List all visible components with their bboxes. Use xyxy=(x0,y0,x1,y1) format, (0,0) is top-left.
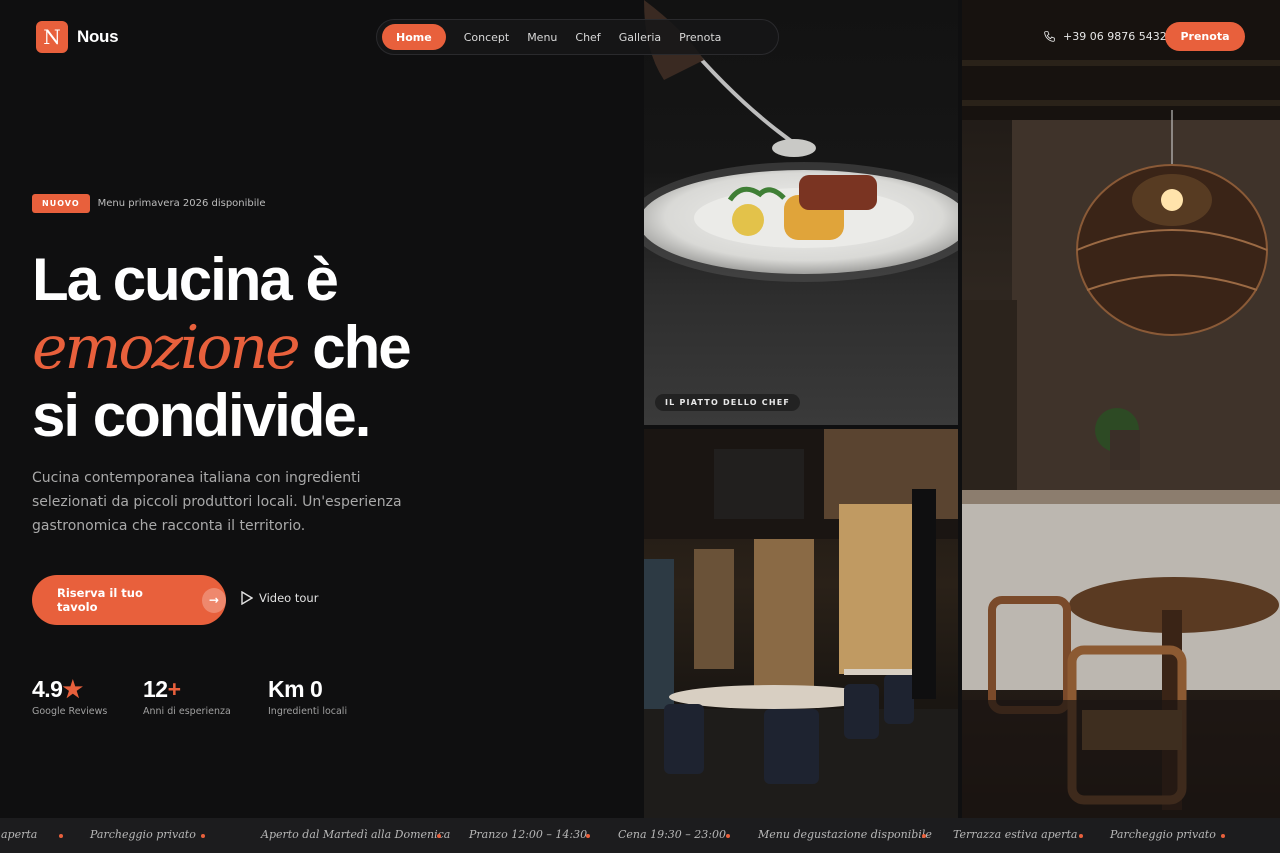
book-button[interactable]: Prenota xyxy=(1165,22,1245,51)
ticker-item: Menu degustazione disponibile xyxy=(758,828,932,841)
chef-dish-image: IL PIATTO DELLO CHEF xyxy=(644,0,958,425)
nav-item-home[interactable]: Home xyxy=(382,24,446,50)
plated-dish-illustration xyxy=(644,0,958,282)
phone-number: +39 06 9876 5432 xyxy=(1063,30,1167,43)
reserve-table-button[interactable]: Riserva il tuo tavolo → xyxy=(32,575,226,625)
nav-item-chef[interactable]: Chef xyxy=(575,24,618,50)
nav-item-galleria[interactable]: Galleria xyxy=(619,24,679,50)
headline-line-2: che xyxy=(312,314,411,381)
hero-headline: La cucina è emozione che si condivide. xyxy=(32,246,412,450)
phone-icon xyxy=(1044,31,1055,42)
headline-line-1: La cucina è xyxy=(32,246,339,313)
arrow-right-icon: → xyxy=(201,587,226,613)
new-badge: NUOVO xyxy=(32,194,90,213)
nav-item-menu[interactable]: Menu xyxy=(527,24,575,50)
restaurant-interior-image xyxy=(644,429,958,818)
stat-value: 4.9★ xyxy=(32,676,107,703)
plus-sign: + xyxy=(167,676,181,702)
stat-local-ingredients: Km 0 Ingredienti locali xyxy=(268,676,347,717)
stat-number: 12 xyxy=(143,676,168,702)
nav-item-concept[interactable]: Concept xyxy=(464,24,528,50)
hero-description: Cucina contemporanea italiana con ingred… xyxy=(32,470,402,534)
ticker-dot xyxy=(922,834,926,838)
ticker-item: Parcheggio privato xyxy=(90,828,196,841)
star-icon: ★ xyxy=(62,676,83,702)
stat-value: 12+ xyxy=(143,676,231,703)
ticker-dot xyxy=(201,834,205,838)
ticker-item: Parcheggio privato xyxy=(1110,828,1216,841)
ticker-dot xyxy=(59,834,63,838)
stat-years-experience: 12+ Anni di esperienza xyxy=(143,676,231,717)
restaurant-interior-illustration xyxy=(644,429,958,818)
ticker-dot xyxy=(726,834,730,838)
play-icon xyxy=(241,591,253,605)
ticker-item: Aperto dal Martedì alla Domenica xyxy=(261,828,451,841)
ticker-dot xyxy=(1079,834,1083,838)
ticker-item: Cena 19:30 – 23:00 xyxy=(618,828,726,841)
video-tour-link[interactable]: Video tour xyxy=(241,591,318,605)
ticker-dot xyxy=(586,834,590,838)
ticker-item: Terrazza estiva aperta xyxy=(953,828,1078,841)
logo[interactable]: N Nous xyxy=(36,21,119,53)
stat-label: Google Reviews xyxy=(32,706,108,717)
phone-link[interactable]: +39 06 9876 5432 xyxy=(1043,30,1167,43)
headline-line-3: si condivide. xyxy=(32,382,371,449)
main-nav: Home Concept Menu Chef Galleria Prenota xyxy=(376,19,779,55)
info-ticker: aperta Parcheggio privato Aperto dal Mar… xyxy=(0,818,1280,853)
logo-mark: N xyxy=(36,21,68,53)
stat-number: 4.9 xyxy=(32,676,63,702)
stat-value: Km 0 xyxy=(268,676,323,702)
video-tour-label: Video tour xyxy=(259,591,319,605)
announcement: NUOVO Menu primavera 2026 disponibile xyxy=(32,194,265,213)
chef-dish-tag: IL PIATTO DELLO CHEF xyxy=(655,394,801,411)
announcement-text: Menu primavera 2026 disponibile xyxy=(97,198,266,209)
dining-room-illustration xyxy=(962,0,1280,818)
stat-google-reviews: 4.9★ Google Reviews xyxy=(32,676,107,717)
logo-name: Nous xyxy=(77,27,119,46)
ticker-item: Pranzo 12:00 – 14:30 xyxy=(469,828,588,841)
headline-accent: emozione xyxy=(32,313,301,383)
nav-item-prenota[interactable]: Prenota xyxy=(679,24,739,50)
stat-label: Ingredienti locali xyxy=(268,706,348,717)
ticker-dot xyxy=(1221,834,1225,838)
ticker-item: aperta xyxy=(1,828,38,841)
stat-label: Anni di esperienza xyxy=(143,706,231,717)
dining-room-image xyxy=(962,0,1280,818)
ticker-dot xyxy=(437,834,441,838)
reserve-table-label: Riserva il tuo tavolo xyxy=(57,586,143,614)
